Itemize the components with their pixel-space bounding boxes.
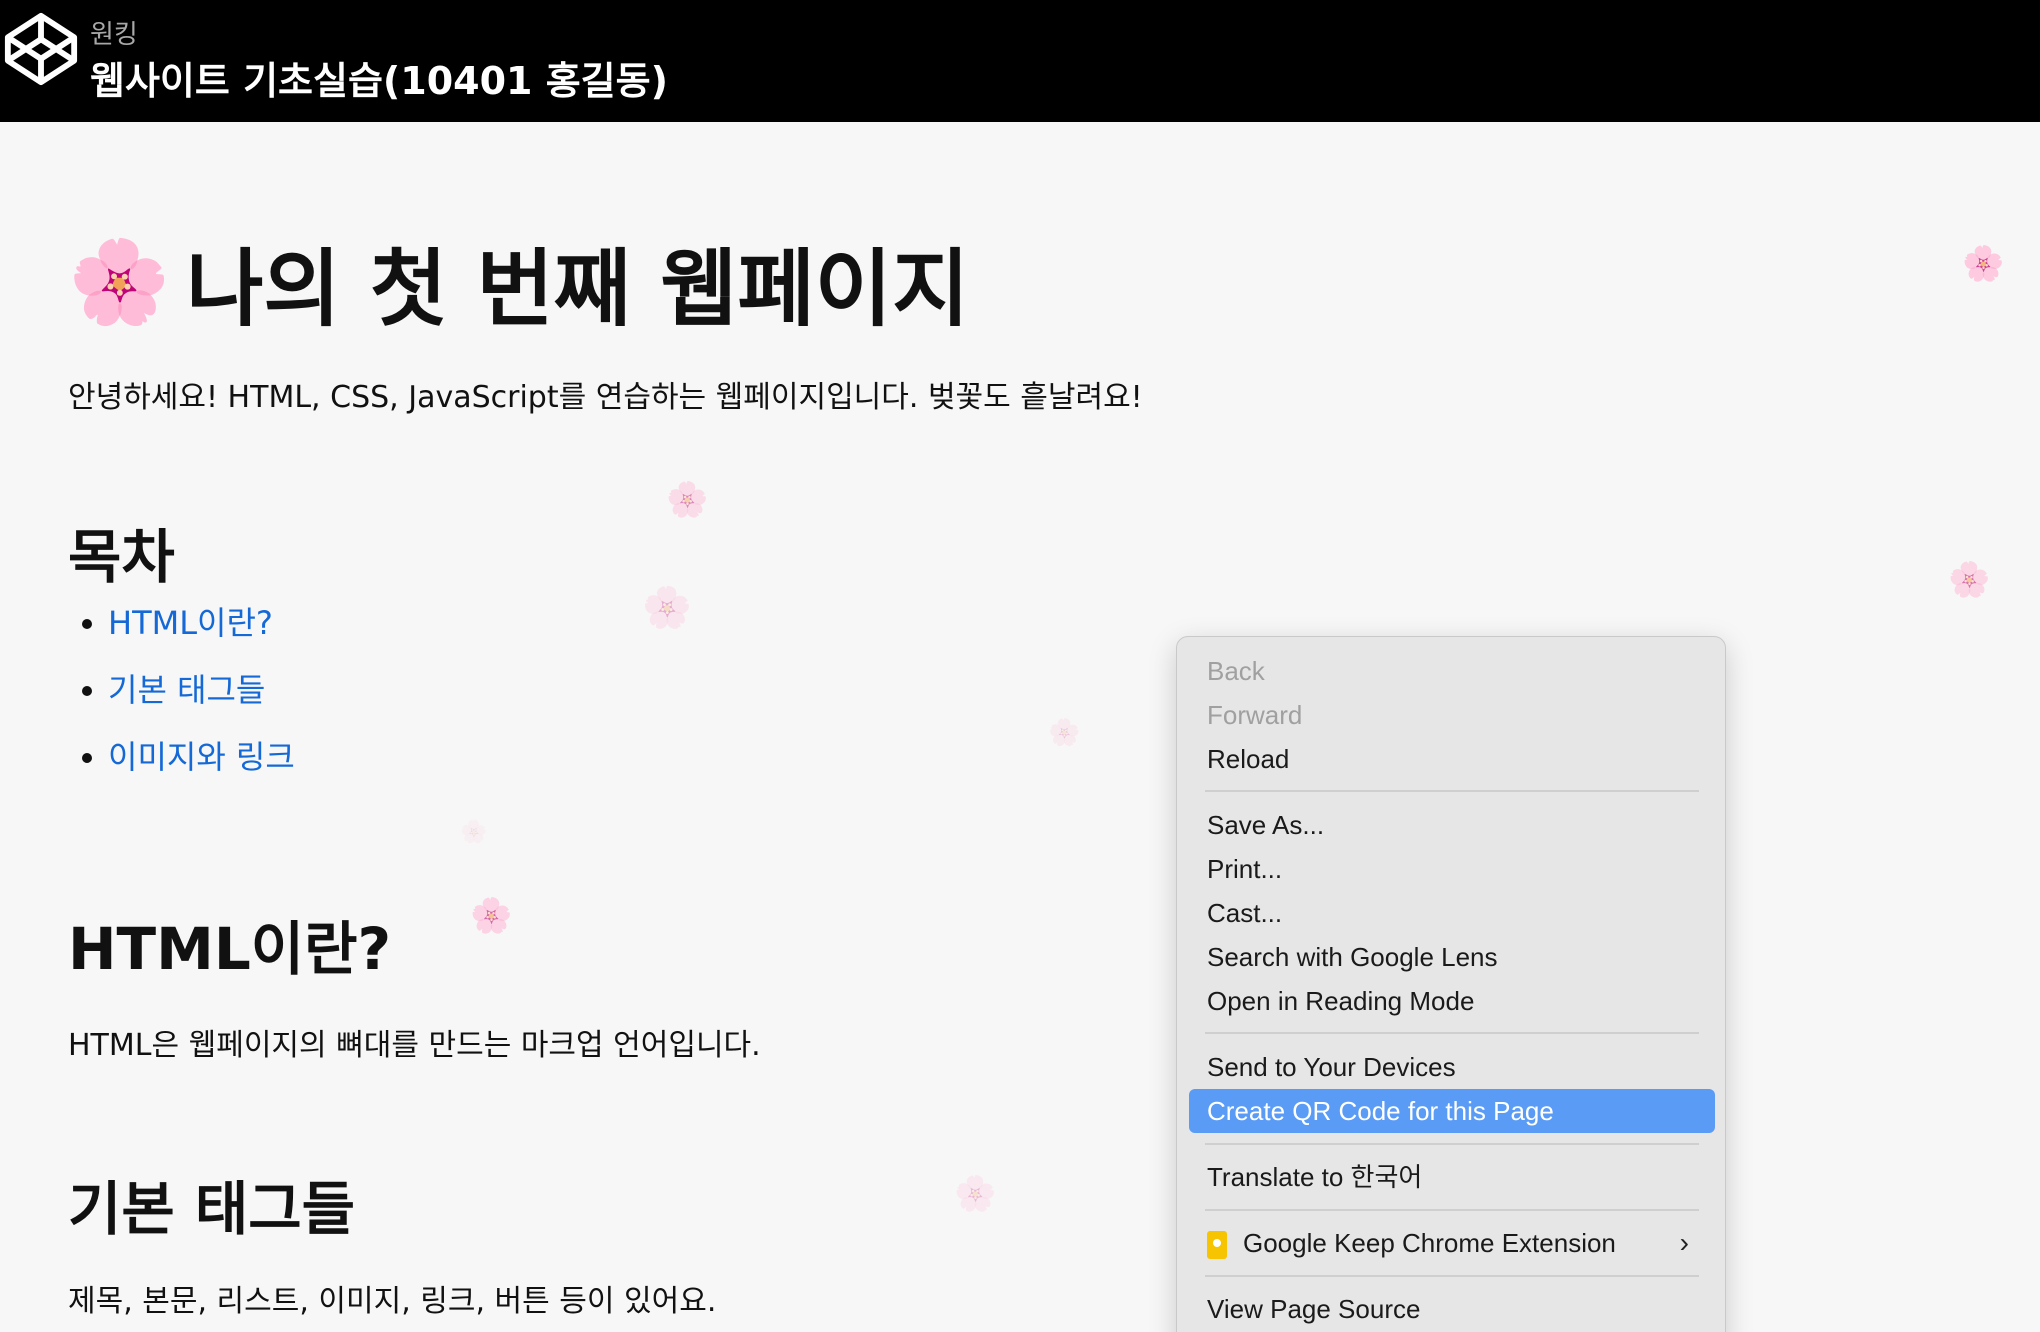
header-title: 웹사이트 기초실습(10401 홍길동) (90, 59, 668, 103)
falling-petal-icon: 🌸 (1048, 718, 1081, 748)
menu-separator (1205, 1032, 1699, 1034)
menu-google-lens[interactable]: Search with Google Lens (1189, 935, 1715, 979)
menu-reload[interactable]: Reload (1189, 737, 1715, 781)
menu-view-source[interactable]: View Page Source (1189, 1287, 1715, 1331)
menu-cast[interactable]: Cast... (1189, 891, 1715, 935)
menu-save-as[interactable]: Save As... (1189, 803, 1715, 847)
menu-separator (1205, 790, 1699, 792)
menu-back[interactable]: Back (1189, 649, 1715, 693)
toc-link-images[interactable]: 이미지와 링크 (82, 734, 295, 801)
falling-petal-icon: 🌸 (1962, 244, 2005, 284)
menu-translate[interactable]: Translate to 한국어 (1189, 1155, 1715, 1199)
menu-google-keep-label: Google Keep Chrome Extension (1243, 1228, 1616, 1258)
header-subtitle: 원킹 (90, 20, 138, 50)
menu-create-qr-code[interactable]: Create QR Code for this Page (1189, 1089, 1715, 1133)
menu-print[interactable]: Print... (1189, 847, 1715, 891)
menu-forward[interactable]: Forward (1189, 693, 1715, 737)
context-menu: Back Forward Reload Save As... Print... … (1176, 636, 1726, 1332)
falling-petal-icon: 🌸 (954, 1174, 997, 1214)
intro-text: 안녕하세요! HTML, CSS, JavaScript를 연습하는 웹페이지입… (68, 380, 1143, 415)
menu-google-keep[interactable]: Google Keep Chrome Extension › (1189, 1221, 1715, 1265)
toc-link-tags[interactable]: 기본 태그들 (82, 667, 295, 734)
section-tags-text: 제목, 본문, 리스트, 이미지, 링크, 버튼 등이 있어요. (68, 1284, 717, 1319)
menu-reading-mode[interactable]: Open in Reading Mode (1189, 979, 1715, 1023)
menu-separator (1205, 1275, 1699, 1277)
page-title-text: 나의 첫 번째 웹페이지 (186, 240, 970, 338)
falling-petal-icon: 🌸 (642, 585, 692, 631)
section-tags-heading: 기본 태그들 (68, 1175, 355, 1243)
menu-send-devices[interactable]: Send to Your Devices (1189, 1045, 1715, 1089)
toc-heading: 목차 (68, 523, 175, 591)
chevron-right-icon: › (1679, 1227, 1689, 1258)
menu-separator (1205, 1209, 1699, 1211)
section-html-heading: HTML이란? (68, 915, 392, 983)
falling-petal-icon: 🌸 (460, 820, 488, 845)
section-html-text: HTML은 웹페이지의 뼈대를 만드는 마크업 언어입니다. (68, 1028, 761, 1063)
toc-link-html[interactable]: HTML이란? (82, 600, 295, 667)
falling-petal-icon: 🌸 (666, 480, 709, 520)
google-keep-icon (1207, 1231, 1227, 1260)
menu-separator (1205, 1143, 1699, 1145)
site-header: 원킹 웹사이트 기초실습(10401 홍길동) (0, 0, 2040, 122)
toc-list: HTML이란? 기본 태그들 이미지와 링크 (82, 600, 295, 801)
codepen-logo-icon[interactable] (2, 10, 80, 88)
falling-petal-icon: 🌸 (1948, 560, 1991, 600)
page-title: 🌸 나의 첫 번째 웹페이지 (68, 222, 969, 343)
falling-petal-icon: 🌸 (470, 896, 513, 936)
cherry-blossom-icon: 🌸 (68, 234, 171, 330)
